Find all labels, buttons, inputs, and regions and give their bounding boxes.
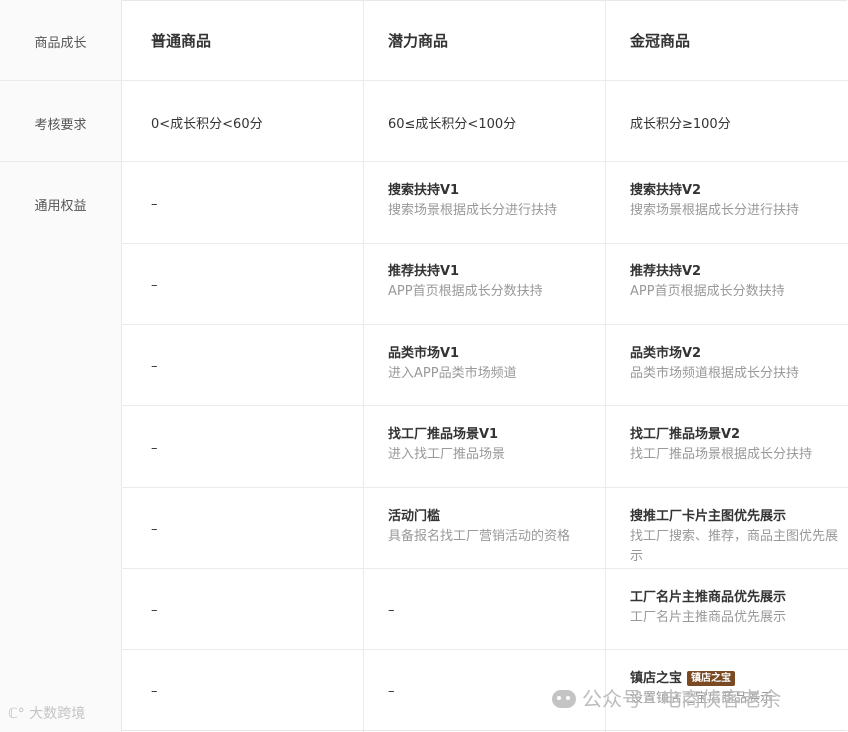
grid-line [363,0,364,732]
benefit-desc: 品类市场频道根据成长分扶持 [630,366,800,381]
benefit-crown-cell: 找工厂推品场景V2 找工厂推品场景根据成长分扶持 [630,425,840,465]
grid-line [121,487,848,488]
benefit-potential-cell: 活动门槛 具备报名找工厂营销活动的资格 [388,507,598,547]
benefit-normal-cell: – [151,441,158,456]
requirement-potential: 60≤成长积分<100分 [388,117,517,132]
benefit-normal-cell: – [151,197,158,212]
benefit-potential-cell: 搜索扶持V1 搜索场景根据成长分进行扶持 [388,181,598,221]
benefit-title: 品类市场V2 [630,346,702,361]
benefit-potential-cell: – [388,684,395,699]
benefit-title: 搜索扶持V1 [388,183,460,198]
benefit-desc: 进入找工厂推品场景 [388,447,506,462]
benefit-potential-cell: 品类市场V1 进入APP品类市场频道 [388,344,598,384]
benefit-title: 活动门槛 [388,509,441,524]
benefit-title: 搜索扶持V2 [630,183,702,198]
benefit-potential-cell: 找工厂推品场景V1 进入找工厂推品场景 [388,425,598,465]
benefit-desc: 具备报名找工厂营销活动的资格 [388,529,571,544]
benefit-title: 找工厂推品场景V2 [630,427,741,442]
wechat-icon [552,690,576,708]
benefit-normal-cell: – [151,684,158,699]
benefit-crown-cell: 工厂名片主推商品优先展示 工厂名片主推商品优先展示 [630,588,840,628]
benefit-crown-cell: 品类市场V2 品类市场频道根据成长分扶持 [630,344,840,384]
benefit-title: 品类市场V1 [388,346,460,361]
benefit-crown-cell: 推荐扶持V2 APP首页根据成长分数扶持 [630,262,840,302]
benefit-potential-cell: – [388,603,395,618]
watermark-right: 公众号 · 电商侠客老余 [552,683,781,712]
benefit-crown-cell: 搜索扶持V2 搜索场景根据成长分进行扶持 [630,181,840,221]
benefit-desc: 搜索场景根据成长分进行扶持 [388,203,558,218]
benefit-title: 推荐扶持V1 [388,264,460,279]
benefit-crown-cell: 搜推工厂卡片主图优先展示 找工厂搜索、推荐，商品主图优先展示 [630,507,840,567]
benefit-title: 工厂名片主推商品优先展示 [630,590,787,605]
benefit-normal-cell: – [151,278,158,293]
grid-line [0,161,848,162]
benefit-desc: 搜索场景根据成长分进行扶持 [630,203,800,218]
requirement-normal: 0<成长积分<60分 [151,117,263,132]
grid-line [121,568,848,569]
watermark-left-text: 大数跨境 [29,706,86,722]
benefit-desc: 工厂名片主推商品优先展示 [630,610,787,625]
benefits-label: 通用权益 [34,199,87,214]
column-header-crown: 金冠商品 [630,32,691,50]
row-label-column [0,0,122,732]
benefit-normal-cell: – [151,359,158,374]
requirement-crown: 成长积分≥100分 [630,117,731,132]
benefit-desc: 找工厂搜索、推荐，商品主图优先展示 [630,529,839,564]
benefit-desc: APP首页根据成长分数扶持 [388,284,543,299]
benefit-normal-cell: – [151,522,158,537]
benefit-title: 推荐扶持V2 [630,264,702,279]
grid-line [121,243,848,244]
grid-line [121,405,848,406]
brand-logo-icon: ℂ° [8,706,25,722]
grid-line [605,0,606,732]
benefit-title: 找工厂推品场景V1 [388,427,499,442]
watermark-left: ℂ° 大数跨境 [8,703,85,723]
benefit-desc: 进入APP品类市场频道 [388,366,517,381]
benefit-potential-cell: 推荐扶持V1 APP首页根据成长分数扶持 [388,262,598,302]
grid-line [0,80,848,81]
grid-line [121,324,848,325]
benefit-desc: 找工厂推品场景根据成长分扶持 [630,447,813,462]
corner-label: 商品成长 [34,36,87,51]
grid-line [121,649,848,650]
benefit-normal-cell: – [151,603,158,618]
column-header-potential: 潜力商品 [388,32,449,50]
benefit-desc: APP首页根据成长分数扶持 [630,284,785,299]
requirements-label: 考核要求 [34,118,87,133]
benefit-title: 搜推工厂卡片主图优先展示 [630,509,787,524]
column-header-normal: 普通商品 [151,32,212,50]
watermark-right-text: 公众号 · 电商侠客老余 [582,687,782,711]
